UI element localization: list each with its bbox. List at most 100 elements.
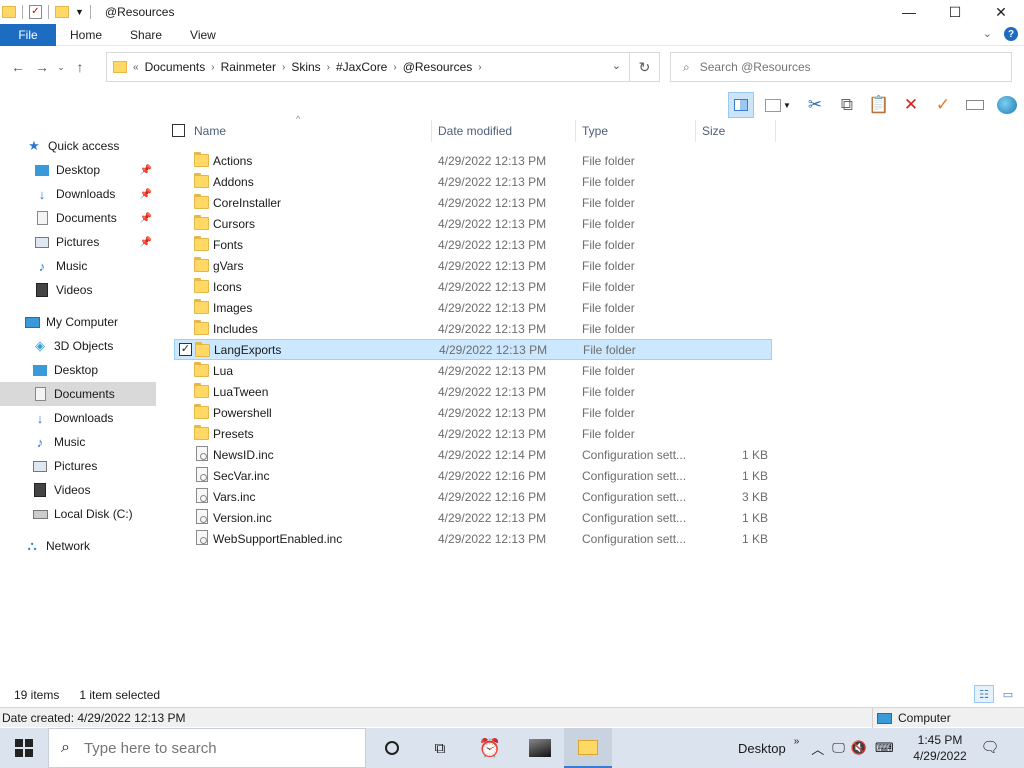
notifications-icon[interactable]: 🗨 <box>978 738 1002 758</box>
file-row[interactable]: gVars 4/29/2022 12:13 PM File folder <box>174 255 772 276</box>
address-bar[interactable]: « Documents › Rainmeter › Skins › #JaxCo… <box>106 52 660 82</box>
show-hidden-icons-icon[interactable]: ︿ <box>811 739 824 758</box>
file-row[interactable]: CoreInstaller 4/29/2022 12:13 PM File fold… <box>174 192 772 213</box>
breadcrumb-rainmeter[interactable]: Rainmeter <box>217 60 280 74</box>
keyboard-icon[interactable]: ⌨ <box>875 740 894 756</box>
delete-icon[interactable]: ✕ <box>898 92 924 118</box>
copy-icon[interactable]: ⧉ <box>834 92 860 118</box>
file-row[interactable]: Lua 4/29/2022 12:13 PM File folder <box>174 360 772 381</box>
sidebar-item-downloads-pc[interactable]: ↓ Downloads <box>0 406 156 430</box>
recent-locations-button[interactable]: ⌄ <box>54 55 68 79</box>
customize-toolbar-icon[interactable]: ▼ <box>75 7 84 17</box>
column-type[interactable]: Type <box>576 120 696 142</box>
paste-icon[interactable]: 📋 <box>866 92 892 118</box>
start-button[interactable] <box>0 728 48 768</box>
sidebar-item-desktop[interactable]: Desktop 📌 <box>0 158 156 182</box>
file-row[interactable]: Powershell 4/29/2022 12:13 PM File folder <box>174 402 772 423</box>
file-explorer-app[interactable] <box>564 728 612 768</box>
desktop-toolbar[interactable]: Desktop <box>738 741 786 756</box>
sidebar-item-videos[interactable]: Videos <box>0 278 156 302</box>
file-row[interactable]: Vars.inc 4/29/2022 12:16 PM Configuration … <box>174 486 772 507</box>
overflow-chevron[interactable]: « <box>131 62 141 73</box>
file-row[interactable]: NewsID.inc 4/29/2022 12:14 PM Configuratio… <box>174 444 772 465</box>
rename-icon[interactable] <box>962 92 988 118</box>
search-input[interactable] <box>699 60 990 74</box>
sidebar-item-pictures[interactable]: Pictures 📌 <box>0 230 156 254</box>
chevron-right-icon[interactable]: › <box>325 62 332 73</box>
tab-file[interactable]: File <box>0 23 56 46</box>
help-icon[interactable]: ? <box>1004 27 1018 41</box>
column-date-modified[interactable]: Date modified <box>432 120 576 142</box>
tab-share[interactable]: Share <box>116 24 176 46</box>
sidebar-item-documents[interactable]: Documents 📌 <box>0 206 156 230</box>
file-row[interactable]: LuaTween 4/29/2022 12:13 PM File folder <box>174 381 772 402</box>
minimize-button[interactable]: — <box>886 0 932 24</box>
alarm-clock-app[interactable]: ⏰ <box>466 728 514 768</box>
layout-dropdown-icon[interactable]: ▼ <box>760 92 796 118</box>
file-row[interactable]: WebSupportEnabled.inc 4/29/2022 12:13 PM C… <box>174 528 772 549</box>
column-name[interactable]: Name <box>188 120 432 142</box>
file-row[interactable]: Version.inc 4/29/2022 12:13 PM Configurati… <box>174 507 772 528</box>
sidebar-item-desktop-pc[interactable]: Desktop <box>0 358 156 382</box>
network-status-icon[interactable]: 🖵 <box>832 740 845 756</box>
breadcrumb-documents[interactable]: Documents <box>141 60 210 74</box>
file-row[interactable]: Fonts 4/29/2022 12:13 PM File folder <box>174 234 772 255</box>
file-row[interactable]: Addons 4/29/2022 12:13 PM File folder <box>174 171 772 192</box>
sidebar-item-music[interactable]: ♪ Music <box>0 254 156 278</box>
sidebar-item-my-computer[interactable]: My Computer <box>0 310 156 334</box>
clock[interactable]: 1:45 PM 4/29/2022 <box>910 732 970 764</box>
task-view-button[interactable]: ⧉ <box>416 728 464 768</box>
column-size[interactable]: Size <box>696 120 776 142</box>
volume-muted-icon[interactable]: 🔇 <box>851 740 867 756</box>
back-button[interactable]: ← <box>6 55 30 79</box>
chevron-right-icon[interactable]: › <box>391 62 398 73</box>
chevron-right-icon[interactable]: › <box>209 62 216 73</box>
sidebar-item-downloads[interactable]: ↓ Downloads 📌 <box>0 182 156 206</box>
chevron-right-icon[interactable]: › <box>280 62 287 73</box>
sidebar-item-documents-pc[interactable]: Documents <box>0 382 156 406</box>
sidebar-item-3d-objects[interactable]: ◈ 3D Objects <box>0 334 156 358</box>
close-button[interactable]: ✕ <box>978 0 1024 24</box>
search-box[interactable]: ⌕ <box>670 52 1012 82</box>
chevron-right-icon[interactable]: › <box>476 62 483 73</box>
select-all-checkbox[interactable] <box>172 124 185 137</box>
large-icons-view-icon[interactable]: ▭ <box>998 685 1018 703</box>
new-folder-icon[interactable] <box>55 6 69 18</box>
photos-app[interactable] <box>516 728 564 768</box>
sidebar-item-videos-pc[interactable]: Videos <box>0 478 156 502</box>
toolbar-chevron-icon[interactable]: » <box>794 736 800 747</box>
tab-home[interactable]: Home <box>56 24 116 46</box>
cut-icon[interactable]: ✂ <box>802 92 828 118</box>
sidebar-item-music-pc[interactable]: ♪ Music <box>0 430 156 454</box>
refresh-button[interactable]: ↻ <box>629 53 659 81</box>
file-row[interactable]: Actions 4/29/2022 12:13 PM File folder <box>174 150 772 171</box>
row-checkbox[interactable]: ✓ <box>179 343 192 356</box>
sidebar-item-pictures-pc[interactable]: Pictures <box>0 454 156 478</box>
tab-view[interactable]: View <box>176 24 230 46</box>
breadcrumb-jaxcore[interactable]: #JaxCore <box>332 60 391 74</box>
breadcrumb-resources[interactable]: @Resources <box>399 60 477 74</box>
preview-pane-icon[interactable] <box>728 92 754 118</box>
file-row[interactable]: Includes 4/29/2022 12:13 PM File folder <box>174 318 772 339</box>
breadcrumb-skins[interactable]: Skins <box>287 60 324 74</box>
file-row[interactable]: ✓ LangExports 4/29/2022 12:13 PM File folde… <box>174 339 772 360</box>
file-row[interactable]: SecVar.inc 4/29/2022 12:16 PM Configuratio… <box>174 465 772 486</box>
file-row[interactable]: Cursors 4/29/2022 12:13 PM File folder <box>174 213 772 234</box>
sidebar-item-local-disk[interactable]: Local Disk (C:) <box>0 502 156 526</box>
file-row[interactable]: Presets 4/29/2022 12:13 PM File folder <box>174 423 772 444</box>
cortana-button[interactable] <box>368 728 416 768</box>
sidebar-item-network[interactable]: ⛬ Network <box>0 534 156 558</box>
file-row[interactable]: Icons 4/29/2022 12:13 PM File folder <box>174 276 772 297</box>
properties-globe-icon[interactable] <box>994 92 1020 118</box>
details-view-icon[interactable]: ☷ <box>974 685 994 703</box>
taskbar-search-input[interactable] <box>83 739 344 757</box>
forward-button[interactable]: → <box>30 55 54 79</box>
check-icon[interactable]: ✓ <box>930 92 956 118</box>
properties-icon[interactable]: ✓ <box>29 5 42 19</box>
sidebar-item-quick-access[interactable]: ★ Quick access <box>0 134 156 158</box>
chevron-down-icon[interactable]: ⌄ <box>612 59 621 72</box>
maximize-button[interactable]: ☐ <box>932 0 978 24</box>
up-button[interactable]: ↑ <box>68 55 92 79</box>
expand-ribbon-icon[interactable]: ⌄ <box>983 27 992 41</box>
file-row[interactable]: Images 4/29/2022 12:13 PM File folder <box>174 297 772 318</box>
